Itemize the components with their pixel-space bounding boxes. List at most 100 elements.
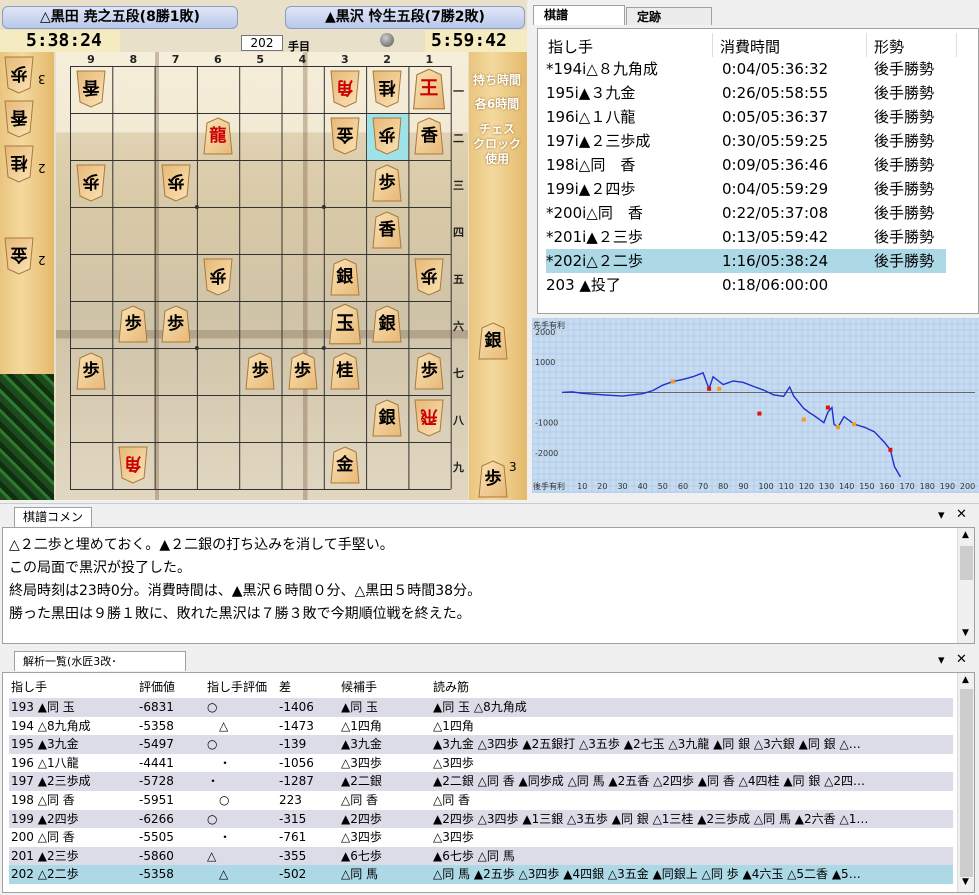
gote-hand-piece[interactable]: 金 [4,237,34,275]
analysis-cell: △同 馬 ▲2五歩 △3四歩 ▲4四銀 △3五金 ▲同銀上 △同 歩 ▲4六玉 … [433,867,861,882]
kifu-move-row[interactable]: *202i△２二歩 1:16/05:38:24 後手勝勢 [546,249,946,273]
board-piece[interactable]: 角 [118,446,148,484]
comment-dropdown-icon[interactable]: ▾ [938,508,945,523]
kifu-move: 195i▲３九金 [546,84,636,102]
board-piece[interactable]: 香 [414,117,444,155]
board-piece[interactable]: 角 [330,70,360,108]
x-tick-label: 90 [738,482,748,491]
sente-hand-piece[interactable]: 歩 [478,460,508,498]
kifu-move-row[interactable]: *201i▲２三歩 0:13/05:59:42 後手勝勢 [546,225,946,249]
analysis-row[interactable]: 199 ▲2四歩 -6266 ○ -315 ▲2四歩 ▲2四歩 △3四歩 ▲1三銀 △3五… [9,809,953,829]
hand-count: 2 [38,253,46,267]
analysis-row[interactable]: 200 △同 香 -5505 ・ -761 △3四歩 △3四歩 [9,828,953,847]
scroll-thumb[interactable] [960,546,973,580]
rank-label: 二 [453,131,464,145]
board-piece[interactable]: 王 [413,68,446,110]
analysis-cell: ▲3九金 [341,737,382,752]
kifu-move-row[interactable]: 203 ▲投了 0:18/06:00:00 [546,273,946,297]
rank-label: 九 [453,460,464,474]
board-piece[interactable]: 香 [372,211,402,249]
kifu-list[interactable]: 指し手 消費時間 形勢 *194i△８九角成 0:04/05:36:32 後手勝勢 … [537,28,979,314]
board-piece[interactable]: 歩 [372,164,402,202]
sente-hand-piece[interactable]: 銀 [478,322,508,360]
board-piece[interactable]: 金 [330,117,360,155]
x-tick-label: 130 [819,482,834,491]
scroll-up-icon[interactable]: ▲ [962,675,969,685]
kifu-move-row[interactable]: 196i△１八龍 0:05/05:36:37 後手勝勢 [546,105,946,129]
analysis-cell: △ [207,718,229,733]
time-rule: 持ち時間 各6時間 [472,73,521,111]
scroll-thumb[interactable] [960,689,973,877]
analysis-cell: 199 ▲2四歩 [11,811,79,826]
board-piece[interactable]: 香 [76,70,106,108]
analysis-row[interactable]: 193 ▲同 玉 -6831 ○ -1406 ▲同 玉 ▲同 玉 △8九角成 [9,698,953,717]
board-piece[interactable]: 銀 [330,258,360,296]
eval-marker [852,422,857,427]
sente-clock: 5:59:42 [425,30,527,52]
board-piece[interactable]: 歩 [76,352,106,390]
kifu-move-row[interactable]: *194i△８九角成 0:04/05:36:32 後手勝勢 [546,57,946,81]
analysis-row[interactable]: 195 ▲3九金 -5497 ○ -139 ▲3九金 ▲3九金 △3四歩 ▲2五銀打 △3… [9,735,953,754]
analysis-cell: ・ [207,830,232,845]
scroll-up-icon[interactable]: ▲ [962,530,969,540]
kifu-move-row[interactable]: *200i△同 香 0:22/05:37:08 後手勝勢 [546,201,946,225]
board-piece[interactable]: 歩 [287,352,318,390]
board-piece[interactable]: 歩 [203,258,233,296]
comment-scrollbar[interactable]: ▲ ▼ [957,528,974,643]
analysis-dropdown-icon[interactable]: ▾ [938,653,945,668]
analysis-row[interactable]: 194 △8九角成 -5358 △ -1473 △1四角 △1四角 [9,717,953,736]
tab-comment[interactable]: 棋譜コメント [14,507,92,543]
tab-analysis[interactable]: 解析一覧(水匠3改･20210111) [14,651,186,687]
gote-hand-piece[interactable]: 桂 [4,145,34,183]
star-point [194,205,199,209]
kifu-eval: 後手勝勢 [874,180,935,198]
board-piece[interactable]: 歩 [414,258,444,296]
kifu-move: *202i△２二歩 [546,252,643,270]
kifu-move-row[interactable]: 197i▲２三歩成 0:30/05:59:25 後手勝勢 [546,129,946,153]
analysis-row[interactable]: 196 △1八龍 -4441 ・ -1056 △3四歩 △3四歩 [9,754,953,773]
analysis-close-icon[interactable]: ✕ [956,652,967,667]
kifu-move-row[interactable]: 198i△同 香 0:09/05:36:46 後手勝勢 [546,153,946,177]
board-piece[interactable]: 歩 [118,305,148,343]
analysis-table[interactable]: 指し手 評価値 指し手評価 差 候補手 読み筋 193 ▲同 玉 -6831 ○ -1… [2,672,975,893]
analysis-cell: -6831 [139,700,174,714]
file-label: 6 [214,53,222,66]
board-piece[interactable]: 桂 [372,70,402,108]
board-piece[interactable]: 桂 [330,352,360,390]
scroll-down-icon[interactable]: ▼ [962,877,969,887]
analysis-row[interactable]: 197 ▲2三歩成 -5728 ・ -1287 ▲2二銀 ▲2二銀 △同 香 ▲同歩成 △… [9,772,953,791]
gote-hand-piece[interactable]: 歩 [4,56,34,94]
board-piece[interactable]: 飛 [414,399,444,437]
analysis-cell: ▲2二銀 [341,774,382,789]
comment-text[interactable]: △２二歩と埋めておく。▲２二銀の打ち込みを消して手堅い。 この局面で黒沢が投了した… [2,527,975,644]
board-piece[interactable]: 銀 [372,399,402,437]
board-piece[interactable]: 玉 [328,303,361,345]
board-piece[interactable]: 金 [330,446,360,484]
board-piece[interactable]: 龍 [203,117,233,155]
analysis-row[interactable]: 201 ▲2三歩 -5860 △ -355 ▲6七歩 ▲6七歩 △同 馬 [9,846,953,866]
kifu-move-row[interactable]: 199i▲２四歩 0:04/05:59:29 後手勝勢 [546,177,946,201]
comment-close-icon[interactable]: ✕ [956,507,967,522]
board-piece[interactable]: 歩 [245,352,275,390]
rank-label: 五 [453,272,464,286]
board-piece[interactable]: 歩 [76,164,106,202]
analysis-cell: ○ [207,700,218,714]
kifu-move: 196i△１八龍 [546,108,636,126]
analysis-row[interactable]: 198 △同 香 -5951 ○ 223 △同 香 △同 香 [9,791,953,810]
board-piece[interactable]: 歩 [414,352,444,390]
analysis-scrollbar[interactable]: ▲ ▼ [957,673,974,892]
gote-hand-piece[interactable]: 香 [4,100,34,138]
board-piece[interactable]: 歩 [372,117,402,155]
analysis-cell: 196 △1八龍 [11,755,79,770]
board-piece[interactable]: 歩 [161,305,191,343]
tab-joseki[interactable]: 定跡 [626,7,712,25]
board-piece[interactable]: 歩 [161,164,191,202]
analysis-row[interactable]: 202 △2二歩 -5358 △ -502 △同 馬 △同 馬 ▲2五歩 △3四歩 ▲4… [9,865,953,884]
kifu-move-row[interactable]: 195i▲３九金 0:26/05:58:55 後手勝勢 [546,81,946,105]
board-piece[interactable]: 銀 [372,305,402,343]
scroll-down-icon[interactable]: ▼ [962,628,969,638]
kifu-move: 203 ▲投了 [546,276,621,294]
evaluation-graph[interactable]: 20001000-1000-2000先手有利後手有利 10 20 30 40 50 60 70… [532,318,979,493]
tab-kifu[interactable]: 棋譜 [533,5,625,25]
y-label-top: 先手有利 [533,320,565,330]
